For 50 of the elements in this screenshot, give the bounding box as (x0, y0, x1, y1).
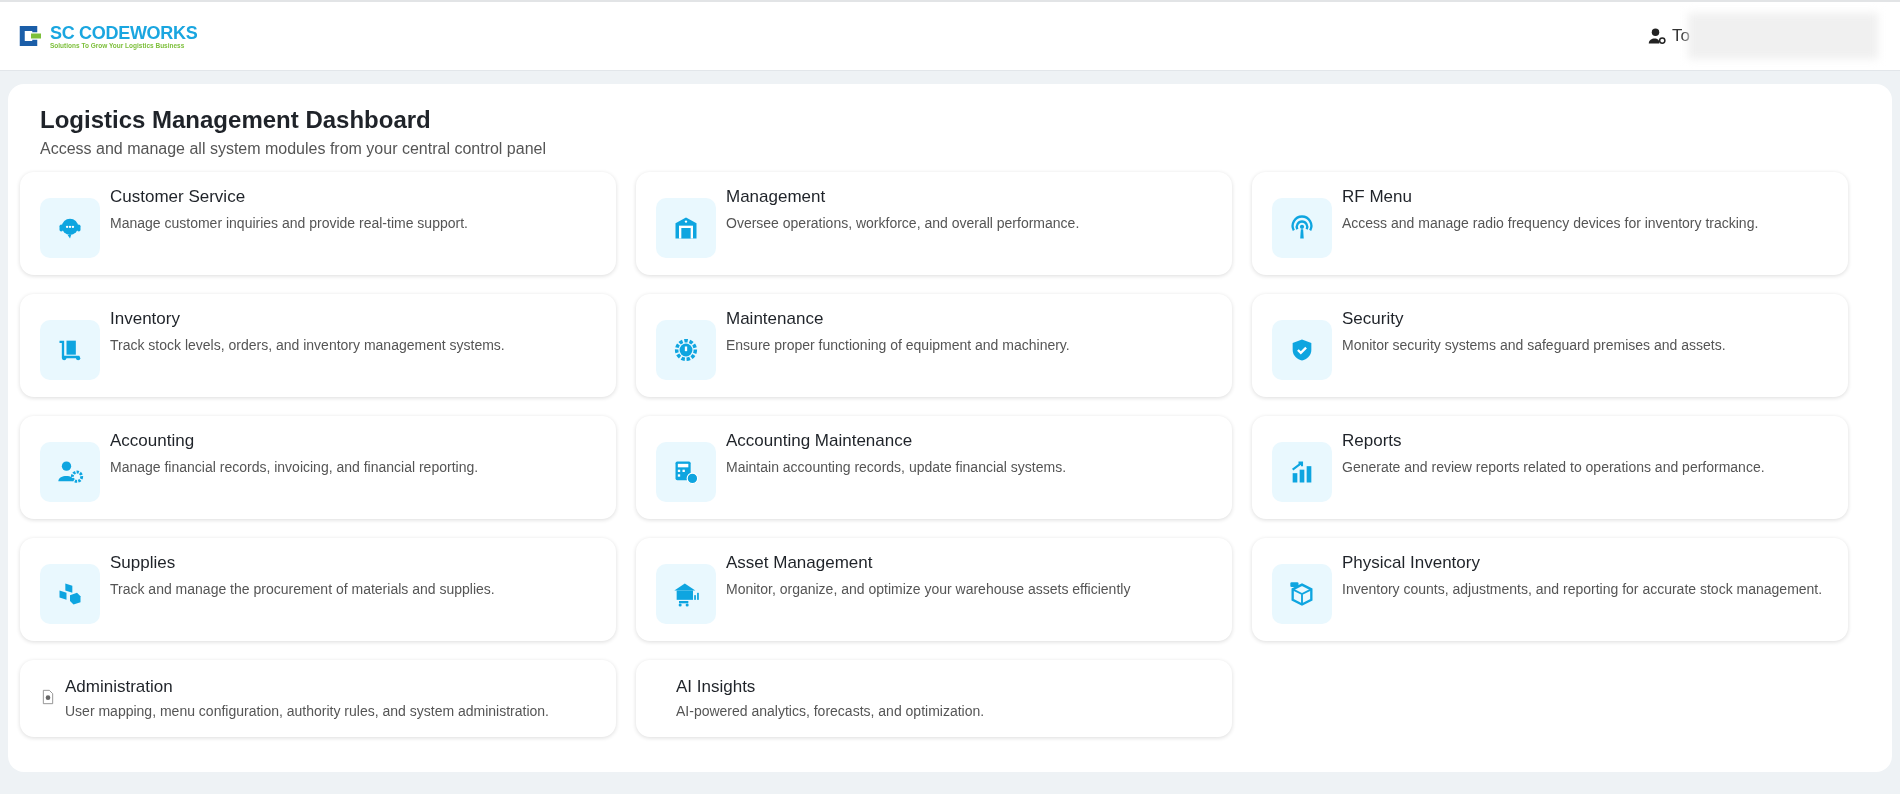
document-icon (40, 688, 56, 706)
module-description: Access and manage radio frequency devices for inventory tracking. (1342, 214, 1759, 233)
user-gear-icon[interactable] (1648, 27, 1666, 45)
package-scan-icon (1288, 580, 1316, 608)
module-card[interactable]: Reports Generate and review reports related to operations and performance. (1252, 416, 1848, 519)
module-title: Inventory (110, 309, 181, 329)
module-description: Inventory counts, adjustments, and reporting for accurate stock management. (1342, 580, 1823, 599)
module-title: Accounting (110, 431, 196, 451)
logo-wordmark: SC CODEWORKS (50, 23, 198, 42)
module-title: Supplies (110, 553, 177, 573)
module-title: Administration (65, 677, 174, 697)
module-card[interactable]: Supplies Track and manage the procurement of materials and supplies. (20, 538, 616, 641)
module-description: Track and manage the procurement of materials and supplies. (110, 580, 495, 599)
module-title: Reports (1342, 431, 1403, 451)
module-title: Maintenance (726, 309, 825, 329)
module-card[interactable]: Maintenance Ensure proper functioning of equipment and machinery. (636, 294, 1232, 397)
module-title: Asset Management (726, 553, 874, 573)
module-description: Monitor, organize, and optimize your warehouse assets efficiently (726, 580, 1131, 599)
module-card[interactable]: AI Insights AI-powered analytics, forecasts, and optimization. (636, 660, 1232, 737)
module-description: Generate and review reports related to operations and performance. (1342, 458, 1765, 477)
module-card[interactable]: Customer Service Manage customer inquiries and provide real-time support. (20, 172, 616, 275)
module-card[interactable]: Physical Inventory Inventory counts, adjustments, and reporting for accurate stock management. (1252, 538, 1848, 641)
page-subtitle: Access and manage all system modules from your central control panel (40, 140, 547, 158)
module-title: Management (726, 187, 827, 207)
module-title: AI Insights (676, 677, 757, 697)
module-description: AI-powered analytics, forecasts, and optimization. (676, 702, 985, 721)
module-description: Track stock levels, orders, and inventory management systems. (110, 336, 505, 355)
module-card[interactable]: RF Menu Access and manage radio frequency devices for inventory tracking. (1252, 172, 1848, 275)
module-title: Physical Inventory (1342, 553, 1481, 573)
module-card[interactable]: Inventory Track stock levels, orders, and inventory management systems. (20, 294, 616, 397)
module-card[interactable]: Security Monitor security systems and safeguard premises and assets. (1252, 294, 1848, 397)
module-card[interactable]: Management Oversee operations, workforce, and overall performance. (636, 172, 1232, 275)
module-card[interactable]: Asset Management Monitor, organize, and optimize your warehouse assets efficiently (636, 538, 1232, 641)
module-card[interactable]: Accounting Manage financial records, invoicing, and financial reporting. (20, 416, 616, 519)
module-card[interactable]: Administration User mapping, menu configuration, authority rules, and system administration. (20, 660, 616, 737)
module-title: Accounting Maintenance (726, 431, 914, 451)
module-description: Maintain accounting records, update financial systems. (726, 458, 1067, 477)
module-title: Security (1342, 309, 1405, 329)
module-description: Manage financial records, invoicing, and financial reporting. (110, 458, 479, 477)
module-description: Manage customer inquiries and provide real-time support. (110, 214, 468, 233)
module-description: User mapping, menu configuration, authority rules, and system administration. (65, 702, 549, 721)
signal-tower-icon (1288, 214, 1316, 242)
module-description: Oversee operations, workforce, and overall performance. (726, 214, 1080, 233)
module-card[interactable]: Accounting Maintenance Maintain accounting records, update financial systems. (636, 416, 1232, 519)
page-title: Logistics Management Dashboard (40, 106, 432, 134)
module-title: Customer Service (110, 187, 247, 207)
module-description: Ensure proper functioning of equipment and machinery. (726, 336, 1070, 355)
gear-icon (672, 336, 700, 364)
module-title: RF Menu (1342, 187, 1413, 207)
module-description: Monitor security systems and safeguard premises and assets. (1342, 336, 1726, 355)
